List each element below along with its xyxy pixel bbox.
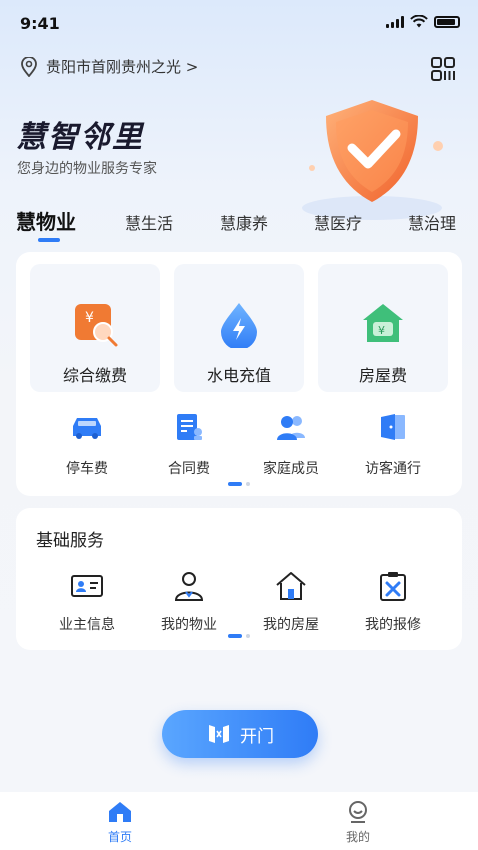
owner-info-item[interactable]: 业主信息 <box>42 570 132 634</box>
repair-icon <box>380 572 406 601</box>
open-door-label: 开门 <box>240 726 274 747</box>
tab-kangyang[interactable]: 慧康养 <box>220 210 268 234</box>
item-label: 访客通行 <box>365 461 421 477</box>
scan-icon[interactable] <box>430 56 456 82</box>
location-selector[interactable]: 贵阳市首刚贵州之光 > <box>20 56 198 77</box>
item-label: 合同费 <box>168 461 210 477</box>
nav-profile[interactable]: 我的 <box>318 800 398 845</box>
comprehensive-payment-tile[interactable]: ¥ 综合缴费 <box>30 264 160 392</box>
bottom-nav: 首页 我的 <box>0 792 478 850</box>
item-label: 停车费 <box>66 461 108 477</box>
my-repair-item[interactable]: 我的报修 <box>348 570 438 634</box>
section-title: 基础服务 <box>36 531 104 551</box>
status-icons <box>386 15 460 28</box>
page-indicator <box>16 634 462 638</box>
contract-icon <box>177 414 202 440</box>
tab-zhili[interactable]: 慧治理 <box>408 210 456 234</box>
svg-text:¥: ¥ <box>85 310 94 326</box>
parking-fee-item[interactable]: 停车费 <box>42 412 132 478</box>
nav-profile-label: 我的 <box>345 830 370 844</box>
house-fee-icon: ¥ <box>363 304 403 342</box>
status-time: 9:41 <box>20 14 60 33</box>
svg-text:¥: ¥ <box>378 324 385 337</box>
profile-icon <box>349 801 367 823</box>
item-label: 我的房屋 <box>263 617 319 633</box>
battery-icon <box>434 15 460 28</box>
house-fee-tile[interactable]: ¥ 房屋费 <box>318 264 448 392</box>
brand-subtitle: 您身边的物业服务专家 <box>17 161 157 177</box>
contract-fee-item[interactable]: 合同费 <box>144 412 234 478</box>
signal-icon <box>386 15 404 28</box>
water-electric-tile[interactable]: 水电充值 <box>174 264 304 392</box>
active-tab-indicator <box>38 238 60 242</box>
property-services-card: ¥ 综合缴费 水电充值 ¥ 房屋费 停车费 合同费 家庭成员 访客通行 <box>16 252 462 496</box>
car-icon <box>73 418 101 439</box>
brand-title: 慧智邻里 <box>16 120 144 155</box>
home-icon <box>276 572 306 600</box>
item-label: 业主信息 <box>59 617 115 633</box>
location-text: 贵阳市首刚贵州之光 > <box>46 58 199 76</box>
category-tabs: 慧物业 慧生活 慧康养 慧医疗 慧治理 <box>0 204 478 244</box>
door-open-icon <box>209 725 229 743</box>
nav-home[interactable]: 首页 <box>80 800 160 845</box>
status-bar: 9:41 <box>0 0 478 48</box>
family-members-item[interactable]: 家庭成员 <box>246 412 336 478</box>
tile-label: 水电充值 <box>206 366 271 385</box>
id-card-icon <box>71 575 103 597</box>
my-house-item[interactable]: 我的房屋 <box>246 570 336 634</box>
staff-icon <box>174 572 204 601</box>
location-pin-icon <box>21 56 37 77</box>
item-label: 家庭成员 <box>263 461 319 477</box>
tab-shenghuo[interactable]: 慧生活 <box>125 210 173 234</box>
home-icon <box>109 802 131 822</box>
basic-services-card: 基础服务 业主信息 我的物业 我的房屋 我的报修 <box>16 508 462 650</box>
page-indicator <box>16 482 462 486</box>
family-icon <box>277 416 305 440</box>
payment-icon: ¥ <box>75 304 118 347</box>
wifi-icon <box>410 15 428 28</box>
nav-home-label: 首页 <box>107 830 132 844</box>
door-icon <box>381 414 405 440</box>
open-door-button[interactable]: 开门 <box>162 710 318 758</box>
tile-label: 房屋费 <box>358 366 407 385</box>
item-label: 我的报修 <box>365 617 421 633</box>
item-label: 我的物业 <box>161 617 217 633</box>
my-property-item[interactable]: 我的物业 <box>144 570 234 634</box>
water-electric-icon <box>221 303 257 348</box>
visitor-pass-item[interactable]: 访客通行 <box>348 412 438 478</box>
tab-yiliao[interactable]: 慧医疗 <box>314 210 362 234</box>
tile-label: 综合缴费 <box>62 366 127 385</box>
tab-wuye[interactable]: 慧物业 <box>16 206 76 235</box>
